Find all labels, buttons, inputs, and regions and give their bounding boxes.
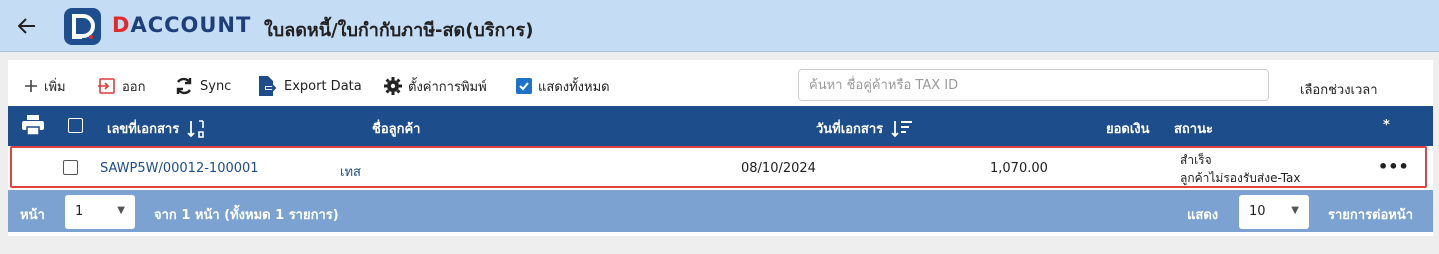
file-export-icon [256,75,278,97]
table-row[interactable]: SAWP5W/00012-100001 เทส 08/10/2024 1,070… [8,146,1433,190]
per-page-value: 10 [1249,204,1266,219]
logo-icon [72,14,95,39]
page-select-value: 1 [75,204,84,219]
plus-icon [24,79,38,93]
brand-name: DACCOUNT [112,13,251,37]
export-label: Export Data [284,78,362,94]
column-amount[interactable]: ยอดเงิน [1106,118,1150,139]
column-doc-date-label: วันที่เอกสาร [816,122,884,137]
page-select[interactable]: 1 ▼ [65,195,135,229]
print-settings-label: ตั้งค่าการพิมพ์ [408,79,487,95]
brand-d: D [112,13,131,37]
app-logo [64,8,101,45]
add-label: เพิ่ม [44,79,66,95]
sync-label: Sync [200,78,232,94]
chevron-down-icon: ▼ [1291,205,1299,216]
print-settings-button[interactable]: ตั้งค่าการพิมพ์ [384,74,487,98]
status-etax-note: ลูกค้าไม่รองรับส่งe-Tax [1180,171,1301,185]
per-page-suffix: รายการต่อหน้า [1328,208,1414,223]
search-input[interactable] [798,69,1269,101]
period-picker[interactable]: เลือกช่วงเวลา [1300,79,1378,100]
show-all-checkbox[interactable]: แสดงทั้งหมด [516,74,610,98]
column-doc-date[interactable]: วันที่เอกสาร [816,118,913,139]
column-doc-no[interactable]: เลขที่เอกสาร [107,118,207,139]
add-button[interactable]: เพิ่ม [24,74,66,98]
gear-icon [384,77,402,95]
app-header: DACCOUNT ใบลดหนี้/ใบกำกับภาษี-สด(บริการ) [0,0,1439,52]
column-doc-no-label: เลขที่เอกสาร [107,122,180,137]
doc-no-link[interactable]: SAWP5W/00012-100001 [100,161,259,176]
sort-desc-icon [891,120,913,137]
row-checkbox[interactable] [63,160,78,179]
show-label: แสดง [1187,208,1219,223]
exit-icon [98,77,116,95]
checkbox-checked-icon [516,78,532,94]
amount: 1,070.00 [990,161,1048,176]
page-title: ใบลดหนี้/ใบกำกับภาษี-สด(บริการ) [264,20,534,41]
export-data-button[interactable]: Export Data [256,74,362,98]
chevron-down-icon: ▼ [117,205,125,216]
arrow-left-icon [18,18,35,34]
sync-icon [174,76,194,96]
toolbar: เพิ่ม ออก Sync Export Data ตั้งค่าการพิม… [8,60,1433,110]
per-page-select[interactable]: 10 ▼ [1239,195,1309,229]
document-list-panel: เพิ่ม ออก Sync Export Data ตั้งค่าการพิม… [8,60,1433,236]
exit-button[interactable]: ออก [98,74,146,98]
exit-label: ออก [122,79,146,95]
doc-date: 08/10/2024 [741,161,816,176]
column-status[interactable]: สถานะ [1174,118,1213,139]
select-all-checkbox[interactable] [68,118,83,133]
table-header: เลขที่เอกสาร ชื่อลูกค้า วันที่เอกสาร ยอด… [8,106,1433,146]
back-button[interactable] [14,13,40,39]
customer-name[interactable]: เทส [340,161,361,182]
column-actions: * [1383,118,1390,133]
sync-button[interactable]: Sync [174,74,231,98]
print-icon[interactable] [22,115,44,135]
page-info: จาก 1 หน้า (ทั้งหมด 1 รายการ) [154,208,339,223]
status-success: สำเร็จ [1180,153,1212,167]
more-actions-icon[interactable]: ••• [1378,157,1409,176]
sort-icon [187,119,205,138]
pagination-bar: หน้า 1 ▼ จาก 1 หน้า (ทั้งหมด 1 รายการ) แ… [8,190,1433,232]
column-customer[interactable]: ชื่อลูกค้า [372,118,420,139]
show-all-label: แสดงทั้งหมด [538,79,610,95]
brand-rest: ACCOUNT [130,13,252,37]
page-label: หน้า [20,208,45,223]
